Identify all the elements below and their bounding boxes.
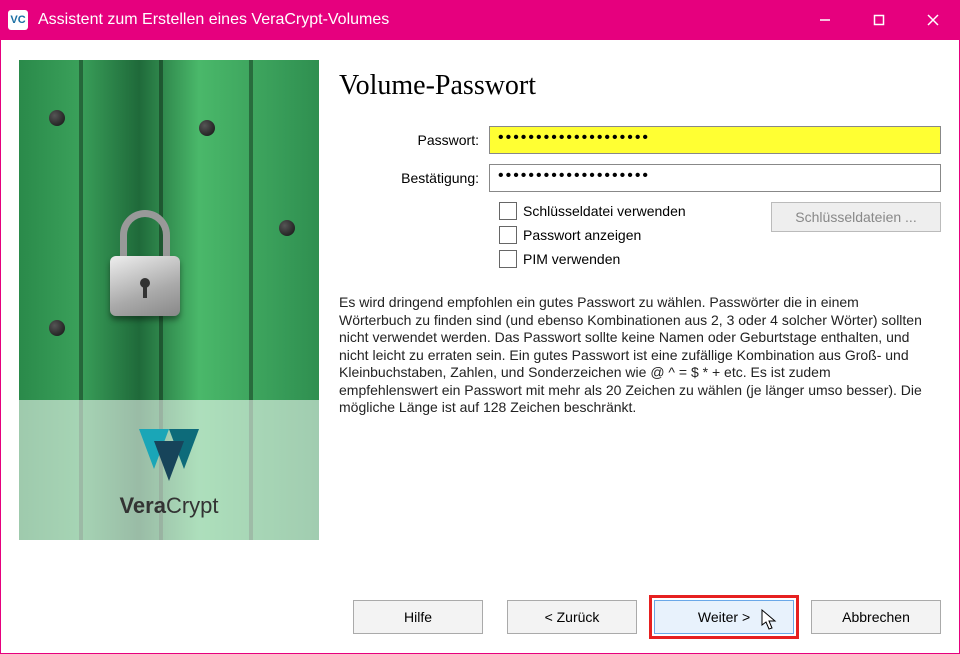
confirm-password-input[interactable]: •••••••••••••••••••• <box>489 164 941 192</box>
show-password-label: Passwort anzeigen <box>523 227 641 243</box>
cursor-icon <box>761 609 779 631</box>
window-titlebar: VC Assistent zum Erstellen eines VeraCry… <box>0 0 960 40</box>
use-pim-label: PIM verwenden <box>523 251 620 267</box>
window-title: Assistent zum Erstellen eines VeraCrypt-… <box>38 11 798 29</box>
close-button[interactable] <box>906 0 960 40</box>
help-button[interactable]: Hilfe <box>353 600 483 634</box>
minimize-button[interactable] <box>798 0 852 40</box>
show-password-checkbox[interactable] <box>499 226 517 244</box>
window-controls <box>798 0 960 40</box>
wizard-side-image: VeraCrypt <box>19 60 319 540</box>
keyfiles-button: Schlüsseldateien ... <box>771 202 941 232</box>
confirm-label: Bestätigung: <box>339 170 489 186</box>
padlock-icon <box>105 210 185 316</box>
next-button-highlight: Weiter > <box>649 595 799 639</box>
wizard-button-bar: Hilfe < Zurück Weiter > Abbrechen <box>1 597 959 637</box>
cancel-button[interactable]: Abbrechen <box>811 600 941 634</box>
app-icon: VC <box>8 10 28 30</box>
use-pim-checkbox[interactable] <box>499 250 517 268</box>
veracrypt-logo: VeraCrypt <box>19 400 319 540</box>
next-button[interactable]: Weiter > <box>654 600 794 634</box>
back-button[interactable]: < Zurück <box>507 600 637 634</box>
password-label: Passwort: <box>339 132 489 148</box>
use-keyfiles-checkbox[interactable] <box>499 202 517 220</box>
use-keyfiles-label: Schlüsseldatei verwenden <box>523 203 686 219</box>
password-advice-text: Es wird dringend empfohlen ein gutes Pas… <box>339 294 941 417</box>
wizard-main-panel: Volume-Passwort Passwort: ••••••••••••••… <box>339 60 941 573</box>
maximize-button[interactable] <box>852 0 906 40</box>
page-heading: Volume-Passwort <box>339 70 941 102</box>
veracrypt-name: VeraCrypt <box>119 493 218 519</box>
password-input[interactable]: •••••••••••••••••••• <box>489 126 941 154</box>
